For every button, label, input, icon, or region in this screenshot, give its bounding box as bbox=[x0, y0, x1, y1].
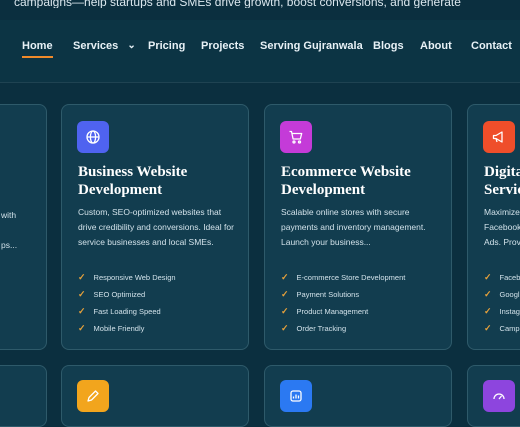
feature-item: ✓ Payment Solutions bbox=[281, 286, 405, 303]
cart-icon bbox=[280, 121, 312, 153]
card-title: Digita Servic bbox=[484, 163, 520, 199]
chart-icon bbox=[280, 380, 312, 412]
check-icon: ✓ bbox=[78, 289, 86, 299]
check-icon: ✓ bbox=[484, 272, 492, 282]
service-card-bottom-2[interactable] bbox=[264, 365, 452, 427]
card-desc-line: Maximize bbox=[484, 207, 520, 217]
feature-label: Instag bbox=[499, 307, 520, 316]
service-card-business-website[interactable]: Business Website Development Custom, SEO… bbox=[61, 104, 249, 350]
card-title-line: Development bbox=[78, 182, 163, 198]
nav-services[interactable]: Services ⌄ bbox=[73, 40, 136, 52]
card-title: Business Website Development bbox=[78, 163, 238, 199]
card-title-line: Development bbox=[281, 182, 366, 198]
megaphone-icon bbox=[483, 121, 515, 153]
feature-label: Camp bbox=[499, 324, 520, 333]
feature-item: ✓ SEO Optimized bbox=[78, 286, 176, 303]
check-icon: ✓ bbox=[78, 306, 86, 316]
pencil-icon bbox=[77, 380, 109, 412]
card-title-line: Ecommerce Website bbox=[281, 164, 411, 180]
card-title: Ecommerce Website Development bbox=[281, 163, 441, 199]
check-icon: ✓ bbox=[484, 323, 492, 333]
feature-label: Responsive Web Design bbox=[93, 273, 176, 282]
feature-label: SEO Optimized bbox=[93, 290, 146, 299]
card-desc-line: with bbox=[1, 210, 17, 220]
card-desc-line: ps... bbox=[1, 240, 18, 250]
feature-item: ✓ Fast Loading Speed bbox=[78, 303, 176, 320]
feature-label: Faceb bbox=[499, 273, 520, 282]
feature-item: ✓ E-commerce Store Development bbox=[281, 269, 405, 286]
feature-item: ✓ Mobile Friendly bbox=[78, 320, 176, 337]
feature-item: ✓ Product Management bbox=[281, 303, 405, 320]
check-icon: ✓ bbox=[78, 323, 86, 333]
partial-top-text: campaigns—help startups and SMEs drive g… bbox=[14, 0, 461, 8]
feature-item: ✓ Camp bbox=[484, 320, 520, 337]
check-icon: ✓ bbox=[281, 289, 289, 299]
service-card-bottom-1[interactable] bbox=[61, 365, 249, 427]
feature-label: Googl bbox=[499, 290, 520, 299]
feature-label: Order Tracking bbox=[296, 324, 347, 333]
feature-item: ✓ Googl bbox=[484, 286, 520, 303]
card-description: Custom, SEO-optimized websites that driv… bbox=[78, 207, 234, 247]
service-card-digital-partial[interactable]: Digita Servic Maximize Facebook Ads. Pro… bbox=[467, 104, 520, 350]
nav-home[interactable]: Home bbox=[22, 40, 53, 58]
check-icon: ✓ bbox=[484, 306, 492, 316]
nav-serving-gujranwala[interactable]: Serving Gujranwala bbox=[260, 40, 363, 52]
feature-list: ✓ Faceb ✓ Googl ✓ Instag ✓ Camp bbox=[484, 269, 520, 337]
card-desc-partial: with ps... bbox=[1, 208, 41, 253]
feature-item: ✓ Instag bbox=[484, 303, 520, 320]
check-icon: ✓ bbox=[281, 323, 289, 333]
feature-label: Payment Solutions bbox=[296, 290, 360, 299]
feature-item: ✓ Order Tracking bbox=[281, 320, 405, 337]
nav-blogs[interactable]: Blogs bbox=[373, 40, 404, 52]
services-grid: with ps... Business Website Development … bbox=[0, 83, 520, 427]
check-icon: ✓ bbox=[281, 306, 289, 316]
card-title-line: Digita bbox=[484, 164, 520, 180]
card-title-line: Servic bbox=[484, 182, 520, 198]
check-icon: ✓ bbox=[281, 272, 289, 282]
service-card-bottom-3[interactable] bbox=[467, 365, 520, 427]
feature-list: ✓ Responsive Web Design ✓ SEO Optimized ✓ F… bbox=[78, 269, 176, 337]
feature-label: Product Management bbox=[296, 307, 369, 316]
check-icon: ✓ bbox=[484, 289, 492, 299]
feature-label: E-commerce Store Development bbox=[296, 273, 406, 282]
card-title-line: Business Website bbox=[78, 164, 188, 180]
feature-label: Mobile Friendly bbox=[93, 324, 145, 333]
service-card-partial-left[interactable]: with ps... bbox=[0, 104, 47, 350]
nav-projects[interactable]: Projects bbox=[201, 40, 244, 52]
check-icon: ✓ bbox=[78, 272, 86, 282]
gauge-icon bbox=[483, 380, 515, 412]
chevron-down-icon: ⌄ bbox=[127, 40, 136, 51]
service-card-bottom-left[interactable] bbox=[0, 365, 47, 427]
nav-services-label: Services bbox=[73, 40, 119, 52]
feature-item: ✓ Responsive Web Design bbox=[78, 269, 176, 286]
feature-list: ✓ E-commerce Store Development ✓ Payment S… bbox=[281, 269, 405, 337]
card-desc-line: Facebook bbox=[484, 222, 520, 232]
service-card-ecommerce-website[interactable]: Ecommerce Website Development Scalable o… bbox=[264, 104, 452, 350]
feature-label: Fast Loading Speed bbox=[93, 307, 161, 316]
main-navigation: Home Services ⌄ Pricing Projects Serving… bbox=[0, 20, 520, 83]
feature-item: ✓ Faceb bbox=[484, 269, 520, 286]
card-description: Scalable online stores with secure payme… bbox=[281, 207, 426, 247]
card-desc-line: Ads. Prov bbox=[484, 237, 520, 247]
globe-icon bbox=[77, 121, 109, 153]
card-description: Maximize Facebook Ads. Prov bbox=[484, 205, 520, 250]
nav-about[interactable]: About bbox=[420, 40, 452, 52]
nav-pricing[interactable]: Pricing bbox=[148, 40, 185, 52]
nav-contact[interactable]: Contact bbox=[471, 40, 512, 52]
